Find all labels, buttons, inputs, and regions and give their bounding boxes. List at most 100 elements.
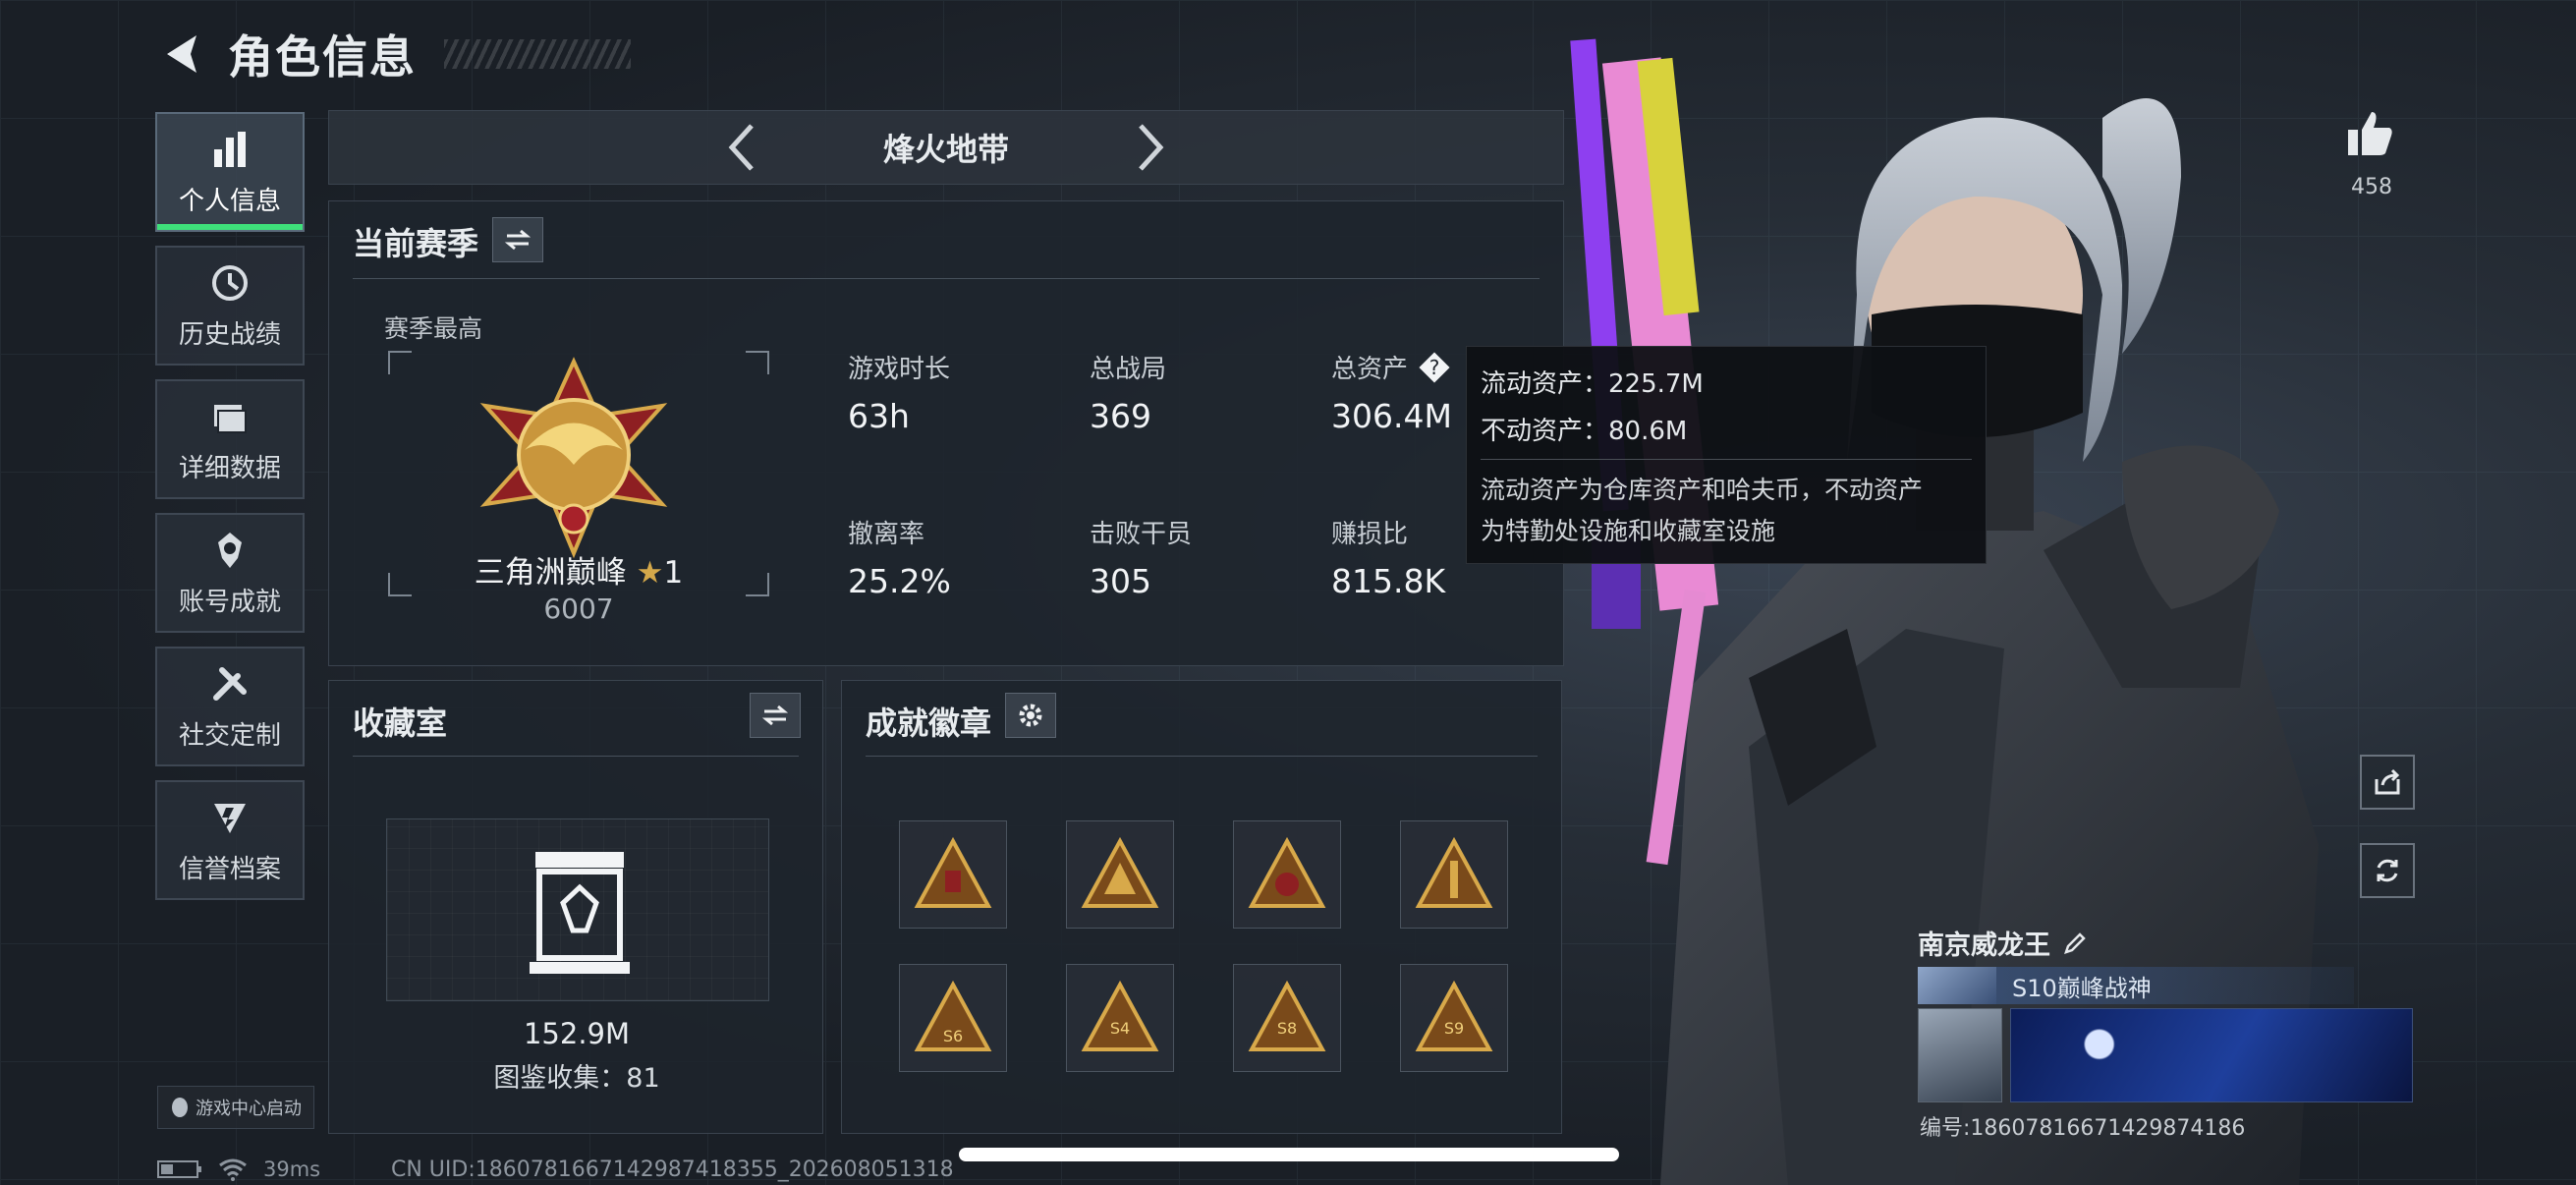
badge-slot[interactable]: S4 (1066, 964, 1174, 1072)
history-icon (212, 264, 248, 301)
battery-icon (157, 1160, 201, 1178)
asset-tooltip: 流动资产：225.7M 不动资产：80.6M 流动资产为仓库资产和哈夫币，不动资… (1466, 346, 1987, 564)
stat-value: 305 (1090, 562, 1151, 600)
badge-season-label: S8 (1277, 1019, 1297, 1038)
badge-medal-icon: S9 (1415, 980, 1493, 1051)
sidebar-item-label: 详细数据 (178, 453, 281, 483)
player-id: 编号:18607816671429874186 (1920, 1116, 2246, 1141)
player-name: 南京威龙王 (1918, 924, 2090, 962)
page-title: 角色信息 (228, 30, 417, 84)
profile-banner[interactable] (2010, 1008, 2413, 1102)
tools-icon (213, 666, 247, 701)
liquid-assets-line: 流动资产：225.7M (1481, 369, 1704, 399)
rank-emblem-icon (479, 357, 668, 559)
launch-label: 游戏中心启动 (196, 1099, 302, 1119)
badge-medal-icon (914, 836, 992, 908)
stat-value: 25.2% (848, 562, 951, 600)
divider (353, 278, 1540, 279)
stat-extraction-rate: 撤离率 25.2% (848, 514, 951, 600)
badge-slot[interactable] (1400, 820, 1508, 929)
share-icon (2375, 768, 2400, 795)
display-case-icon (530, 852, 630, 974)
sidebar-item-label: 个人信息 (178, 186, 281, 216)
collection-room-panel: 收藏室 152.9M 图鉴收集：81 (328, 680, 823, 1134)
badge-slot[interactable]: S9 (1400, 964, 1508, 1072)
fixed-assets-line: 不动资产：80.6M (1481, 417, 1688, 446)
share-button[interactable] (2360, 755, 2415, 810)
badge-slot[interactable]: S6 (899, 964, 1007, 1072)
rank-points: 6007 (543, 592, 614, 625)
sidebar-item-detailed-data[interactable]: 详细数据 (155, 379, 305, 499)
collection-title: 收藏室 (353, 705, 448, 742)
tooltip-divider (1481, 459, 1972, 460)
badge-slot[interactable] (1233, 820, 1341, 929)
player-name-text: 南京威龙王 (1918, 931, 2050, 961)
previous-mode-chevron-icon[interactable] (722, 120, 761, 175)
edit-pencil-icon[interactable] (2060, 929, 2090, 958)
mode-name: 烽火地带 (882, 131, 1009, 168)
frame-corner (388, 351, 412, 374)
sidebar-item-history[interactable]: 历史战绩 (155, 246, 305, 366)
badge-medal-icon (1415, 836, 1493, 908)
help-icon[interactable]: ? (1418, 351, 1451, 384)
gear-icon (1019, 704, 1042, 727)
home-indicator[interactable] (959, 1148, 1619, 1161)
sidebar-item-label: 账号成就 (178, 587, 281, 617)
sidebar-item-credit-profile[interactable]: 信誉档案 (155, 780, 305, 900)
stat-value: 306.4M (1331, 397, 1452, 435)
stat-label: 击败干员 (1090, 520, 1193, 549)
badge-medal-icon: S8 (1248, 980, 1326, 1051)
sidebar-item-label: 信誉档案 (178, 854, 281, 884)
game-center-launch-button[interactable]: 游戏中心启动 (157, 1086, 314, 1129)
stat-label: 赚损比 (1331, 520, 1409, 549)
swap-icon (761, 705, 789, 726)
tooltip-description-2: 为特勤处设施和收藏室设施 (1481, 517, 1776, 545)
current-season-panel: 当前赛季 赛季最高 三角洲巅峰 ★1 6007 游戏时长 63h 总战局 369… (328, 200, 1564, 666)
svg-text:?: ? (1429, 356, 1440, 379)
switch-season-button[interactable] (492, 217, 543, 262)
stat-operators-defeated: 击败干员 305 (1090, 514, 1192, 600)
sidebar-item-social-custom[interactable]: 社交定制 (155, 647, 305, 766)
badge-season-label: S9 (1444, 1019, 1464, 1038)
page-header: 角色信息 (157, 20, 631, 88)
frame-corner (746, 351, 769, 374)
stat-label: 撤离率 (848, 520, 925, 549)
badge-slot[interactable] (1066, 820, 1174, 929)
stat-value: 369 (1090, 397, 1151, 435)
stat-label: 游戏时长 (848, 355, 951, 384)
rank-star-count: 1 (663, 555, 684, 591)
back-arrow-icon[interactable] (157, 29, 204, 79)
bar-chart-icon (214, 131, 246, 167)
stat-value: 63h (848, 397, 910, 435)
refresh-button[interactable] (2360, 843, 2415, 898)
ping-text: 39ms (263, 1157, 321, 1181)
player-title-bar: S10巅峰战神 (1918, 967, 2354, 1004)
collection-count: 图鉴收集：81 (493, 1063, 660, 1094)
badge-medal-icon (1081, 836, 1159, 908)
badge-slot[interactable]: S8 (1233, 964, 1341, 1072)
thumbs-up-icon[interactable] (2342, 106, 2397, 161)
season-best-label: 赛季最高 (384, 314, 483, 343)
next-mode-chevron-icon[interactable] (1131, 120, 1170, 175)
sidebar-item-achievements[interactable]: 账号成就 (155, 513, 305, 633)
rank-name: 三角洲巅峰 ★1 (388, 547, 769, 592)
stat-profit-loss: 赚损比 815.8K (1331, 514, 1445, 600)
folder-icon (214, 404, 247, 433)
stat-play-time: 游戏时长 63h (848, 349, 950, 435)
stat-value: 815.8K (1331, 562, 1446, 600)
stat-total-matches: 总战局 369 (1090, 349, 1166, 435)
rank-name-text: 三角洲巅峰 (474, 555, 627, 591)
badge-medal-icon: S6 (914, 980, 992, 1051)
sidebar-item-personal-info[interactable]: 个人信息 (155, 112, 305, 232)
wifi-icon (219, 1158, 247, 1181)
status-bar: 39ms (157, 1157, 320, 1181)
avatar[interactable] (1918, 1008, 2002, 1102)
badge-season-label: S6 (943, 1027, 963, 1045)
badges-title: 成就徽章 (866, 705, 992, 742)
collection-value: 152.9M (523, 1017, 631, 1050)
star-icon: ★ (636, 555, 664, 591)
switch-collection-button[interactable] (750, 693, 801, 738)
badge-slot[interactable] (899, 820, 1007, 929)
badge-settings-button[interactable] (1005, 693, 1056, 738)
like-count: 458 (2351, 175, 2392, 199)
